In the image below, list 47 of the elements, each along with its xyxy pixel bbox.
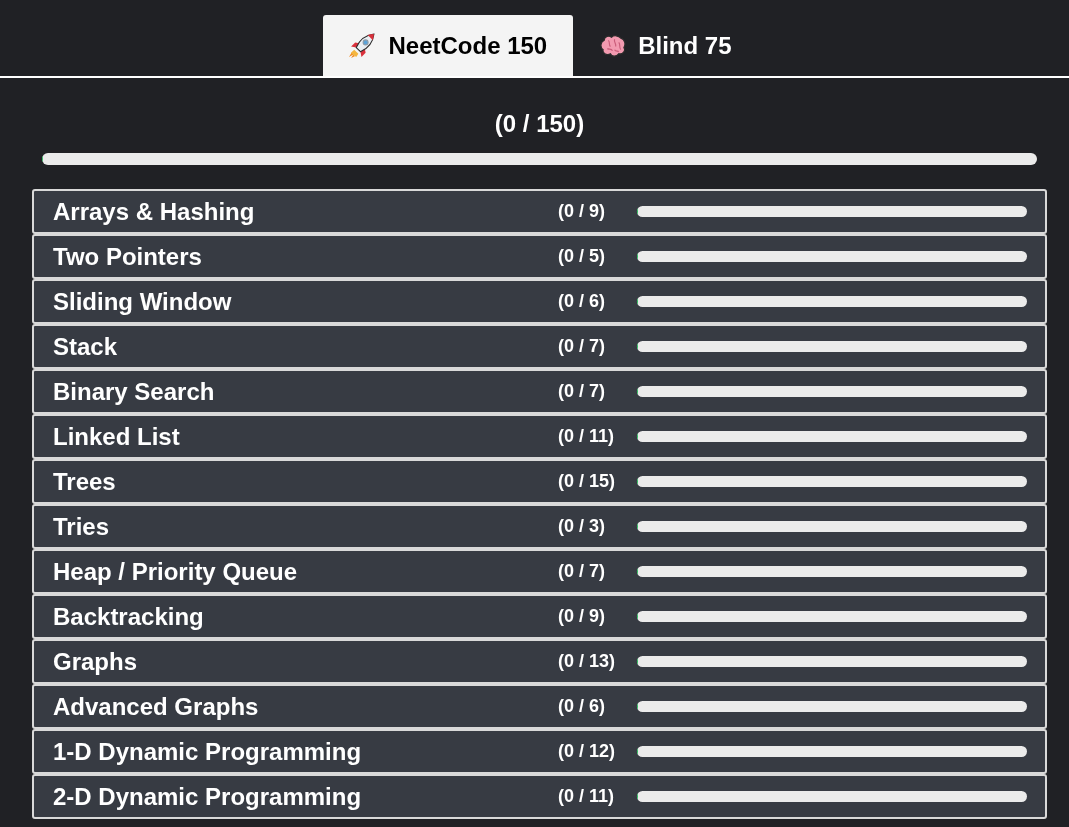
- topic-title: Trees: [53, 467, 116, 496]
- topic-count: (0 / 12): [558, 741, 616, 762]
- topic-row[interactable]: Trees (0 / 15): [32, 459, 1047, 504]
- topic-count: (0 / 5): [558, 246, 605, 267]
- topic-row[interactable]: Binary Search (0 / 7): [32, 369, 1047, 414]
- topic-title: Backtracking: [53, 602, 204, 631]
- topic-count: (0 / 6): [558, 291, 605, 312]
- topic-count: (0 / 7): [558, 381, 605, 402]
- topic-row[interactable]: Two Pointers (0 / 5): [32, 234, 1047, 279]
- topic-title: Heap / Priority Queue: [53, 557, 298, 586]
- topic-title: Arrays & Hashing: [53, 197, 255, 226]
- topic-row[interactable]: 1-D Dynamic Programming (0 / 12): [32, 729, 1047, 774]
- topic-count: (0 / 11): [558, 786, 615, 807]
- topic-title: Graphs: [53, 647, 138, 676]
- topic-title: 1-D Dynamic Programming: [53, 737, 362, 766]
- topic-row[interactable]: Stack (0 / 7): [32, 324, 1047, 369]
- topic-title: Binary Search: [53, 377, 215, 406]
- topic-row[interactable]: 2-D Dynamic Programming (0 / 11): [32, 774, 1047, 819]
- topic-row[interactable]: Backtracking (0 / 9): [32, 594, 1047, 639]
- topic-count: (0 / 6): [558, 696, 605, 717]
- topic-count: (0 / 7): [558, 336, 605, 357]
- topic-row[interactable]: Heap / Priority Queue (0 / 7): [32, 549, 1047, 594]
- topic-title: Linked List: [53, 422, 180, 451]
- topic-count: (0 / 9): [558, 606, 605, 627]
- topic-count: (0 / 3): [558, 516, 605, 537]
- topic-title: Stack: [53, 332, 118, 361]
- tab[interactable]: Blind 75: [573, 15, 758, 76]
- total-count: (0 / 150): [494, 111, 585, 137]
- topic-title: Tries: [53, 512, 110, 541]
- topic-title: 2-D Dynamic Programming: [53, 782, 362, 811]
- topic-row[interactable]: Advanced Graphs (0 / 6): [32, 684, 1047, 729]
- topic-count: (0 / 15): [558, 471, 616, 492]
- topic-title: Sliding Window: [53, 287, 232, 316]
- brain-icon: [599, 32, 627, 59]
- topic-row[interactable]: Tries (0 / 3): [32, 504, 1047, 549]
- topic-row[interactable]: Sliding Window (0 / 6): [32, 279, 1047, 324]
- rocket-icon: [349, 32, 377, 59]
- tab[interactable]: NeetCode 150: [323, 15, 574, 76]
- topic-count: (0 / 13): [558, 651, 616, 672]
- topic-row[interactable]: Linked List (0 / 11): [32, 414, 1047, 459]
- topic-title: Two Pointers: [53, 242, 202, 271]
- topic-count: (0 / 7): [558, 561, 605, 582]
- topic-count: (0 / 11): [558, 426, 615, 447]
- topic-title: Advanced Graphs: [53, 692, 259, 721]
- topic-row[interactable]: Arrays & Hashing (0 / 9): [32, 189, 1047, 234]
- topic-count: (0 / 9): [558, 201, 605, 222]
- topic-row[interactable]: Graphs (0 / 13): [32, 639, 1047, 684]
